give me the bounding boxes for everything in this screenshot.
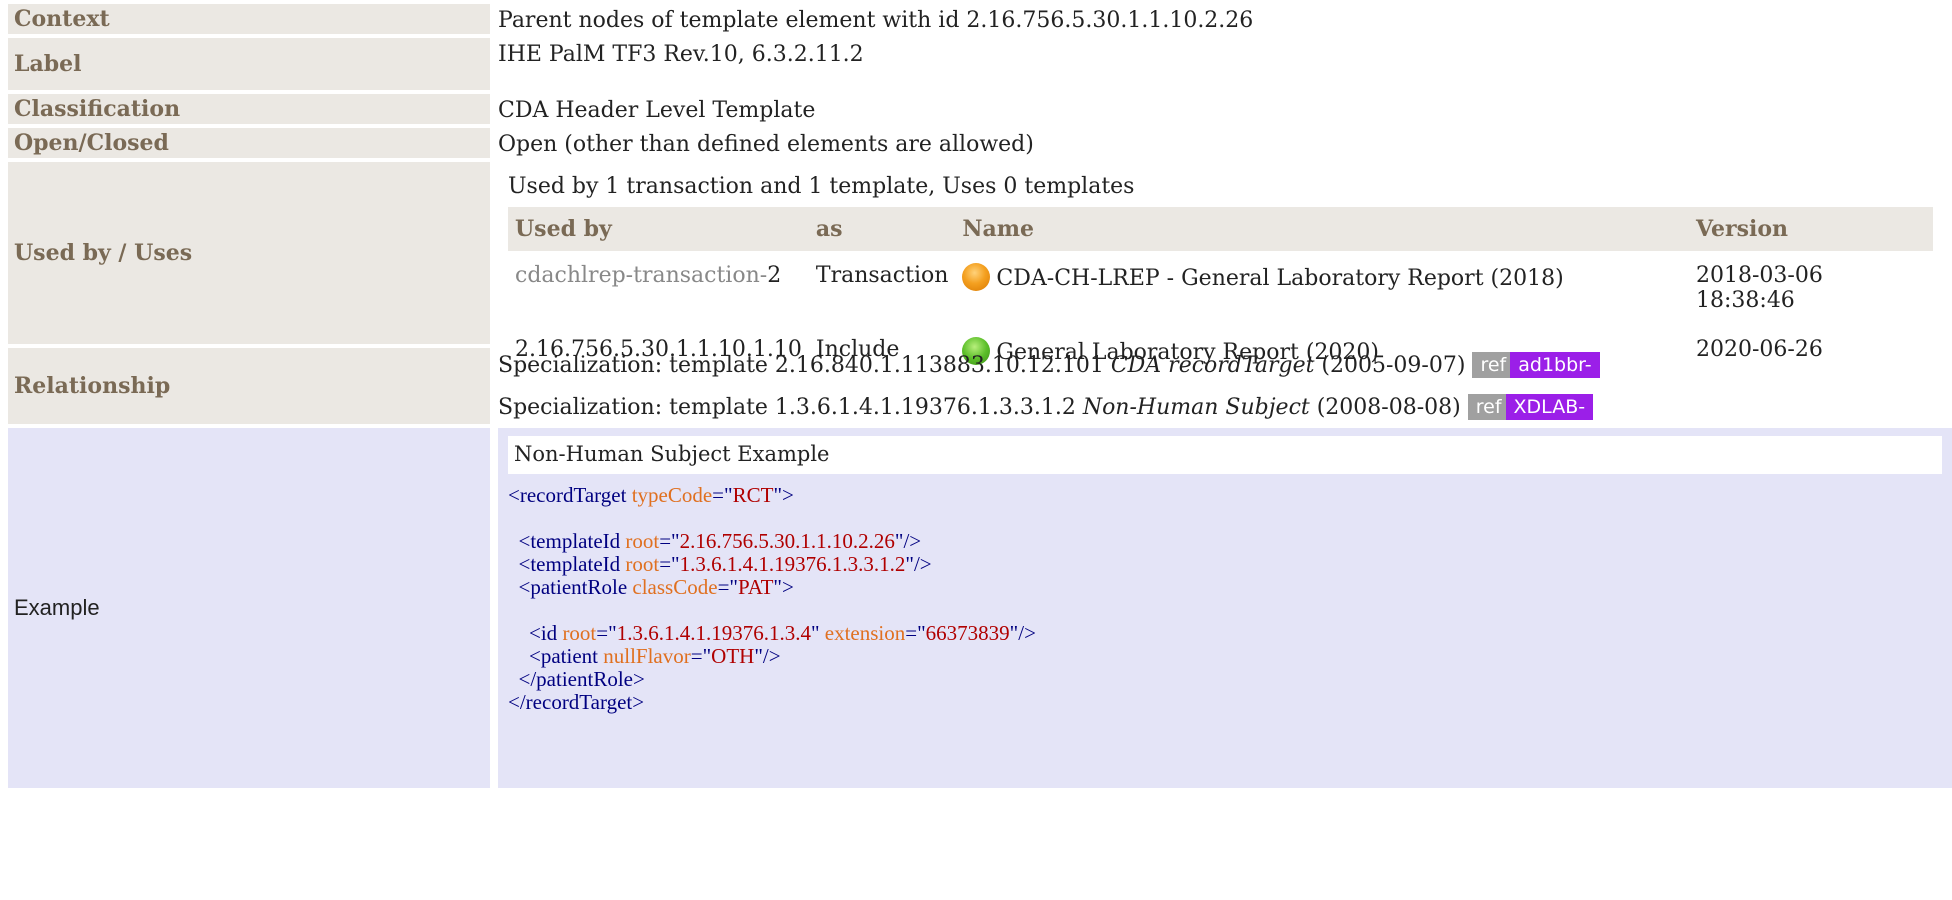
row-example: Example Non-Human Subject Example <recor… <box>8 428 1952 788</box>
relationship-prefix: Specialization: template 1.3.6.1.4.1.193… <box>498 395 1083 420</box>
used-by-value: Used by 1 transaction and 1 template, Us… <box>498 162 1952 365</box>
context-value: Parent nodes of template element with id… <box>498 8 1254 33</box>
ref-badge: ref <box>1467 394 1510 420</box>
relationship-template-name: Non-Human Subject <box>1082 395 1310 420</box>
used-by-summary: Used by 1 transaction and 1 template, Us… <box>508 174 1135 199</box>
example-code: <recordTarget typeCode="RCT"> <templateI… <box>508 483 1036 714</box>
row-relationship: Relationship Specialization: template 2.… <box>8 348 1952 424</box>
label-value: IHE PalM TF3 Rev.10, 6.3.2.11.2 <box>498 42 864 67</box>
classification-label: Classification <box>8 94 490 124</box>
used-by-row[interactable]: cdachlrep-transaction-2 Transaction CDA-… <box>508 251 1933 319</box>
repository-badge[interactable]: XDLAB- <box>1505 394 1594 420</box>
name-cell[interactable]: CDA-CH-LREP - General Laboratory Report … <box>955 251 1689 319</box>
as-cell: Transaction <box>815 263 949 288</box>
version-cell: 2018-03-06 18:38:46 <box>1696 263 1823 313</box>
template-details-table: Context Parent nodes of template element… <box>8 4 1952 792</box>
classification-value: CDA Header Level Template <box>498 98 816 123</box>
used-by-label: Used by / Uses <box>8 162 490 344</box>
used-by-header-row: Used by as Name Version <box>508 207 1933 251</box>
relationship-value: Specialization: template 2.16.840.1.1138… <box>498 348 1952 424</box>
used-by-table: Used by as Name Version cdachlrep-transa… <box>508 207 1933 371</box>
header-as: as <box>808 207 956 251</box>
used-by-id: 2 <box>767 263 782 288</box>
example-title: Non-Human Subject Example <box>508 436 1942 474</box>
open-closed-value: Open (other than defined elements are al… <box>498 132 1034 157</box>
example-value: Non-Human Subject Example <recordTarget … <box>498 428 1952 788</box>
name-link[interactable]: CDA-CH-LREP - General Laboratory Report … <box>996 266 1563 291</box>
used-by-link[interactable]: cdachlrep-transaction- <box>515 263 767 288</box>
relationship-date: (2005-09-07) <box>1314 353 1466 378</box>
row-used-by: Used by / Uses Used by 1 transaction and… <box>8 162 1952 365</box>
header-name: Name <box>955 207 1689 251</box>
row-context: Context Parent nodes of template element… <box>8 4 1952 34</box>
example-label: Example <box>8 428 490 788</box>
ref-badge: ref <box>1472 352 1515 378</box>
relationship-date: (2008-08-08) <box>1309 395 1461 420</box>
open-closed-label: Open/Closed <box>8 128 490 158</box>
status-orange-icon <box>962 263 991 291</box>
relationship-template-name: CDA recordTarget <box>1110 353 1315 378</box>
row-classification: Classification CDA Header Level Template <box>8 94 1952 124</box>
row-open-closed: Open/Closed Open (other than defined ele… <box>8 128 1952 158</box>
relationship-prefix: Specialization: template 2.16.840.1.1138… <box>498 353 1111 378</box>
relationship-label: Relationship <box>8 348 490 424</box>
label-label: Label <box>8 38 490 90</box>
context-label: Context <box>8 4 490 34</box>
row-label: Label IHE PalM TF3 Rev.10, 6.3.2.11.2 <box>8 38 1952 90</box>
used-by-cell[interactable]: cdachlrep-transaction-2 <box>508 251 809 319</box>
header-used-by: Used by <box>508 207 809 251</box>
relationship-item: Specialization: template 1.3.6.1.4.1.193… <box>498 394 1952 420</box>
repository-badge[interactable]: ad1bbr- <box>1510 352 1600 378</box>
relationship-item: Specialization: template 2.16.840.1.1138… <box>498 352 1952 394</box>
header-version: Version <box>1689 207 1933 251</box>
